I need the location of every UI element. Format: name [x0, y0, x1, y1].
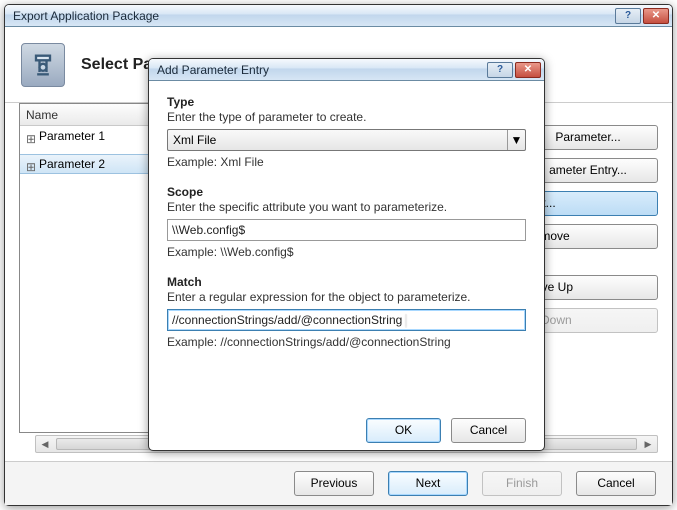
main-titlebar: Export Application Package ? ✕	[5, 5, 672, 27]
scope-example: Example: \\Web.config$	[167, 245, 526, 259]
main-close-button[interactable]: ✕	[643, 8, 669, 24]
scope-label: Scope	[167, 185, 526, 199]
next-button[interactable]: Next	[388, 471, 468, 496]
cancel-button[interactable]: Cancel	[576, 471, 656, 496]
match-label: Match	[167, 275, 526, 289]
type-combobox[interactable]: Xml File ▼	[167, 129, 526, 151]
expand-icon[interactable]: ⊞	[26, 132, 35, 141]
dialog-help-button[interactable]: ?	[487, 62, 513, 78]
expand-icon[interactable]: ⊞	[26, 160, 35, 169]
dialog-titlebar: Add Parameter Entry ? ✕	[149, 59, 544, 81]
dialog-cancel-button[interactable]: Cancel	[451, 418, 526, 443]
text-caret: |	[402, 313, 409, 327]
type-desc: Enter the type of parameter to create.	[167, 110, 526, 124]
dialog-content: Type Enter the type of parameter to crea…	[149, 81, 544, 375]
tree-item-label: Parameter 1	[39, 129, 105, 143]
match-example: Example: //connectionStrings/add/@connec…	[167, 335, 526, 349]
tree-item-label: Parameter 2	[39, 157, 105, 171]
dialog-button-bar: OK Cancel	[149, 410, 544, 450]
dialog-title: Add Parameter Entry	[157, 63, 485, 77]
scope-desc: Enter the specific attribute you want to…	[167, 200, 526, 214]
type-example: Example: Xml File	[167, 155, 526, 169]
add-parameter-entry-dialog: Add Parameter Entry ? ✕ Type Enter the t…	[148, 58, 545, 451]
previous-button[interactable]: Previous	[294, 471, 374, 496]
dialog-close-button[interactable]: ✕	[515, 62, 541, 78]
type-group: Type Enter the type of parameter to crea…	[167, 95, 526, 169]
wizard-button-bar: Previous Next Finish Cancel	[5, 461, 672, 505]
package-icon	[21, 43, 65, 87]
type-label: Type	[167, 95, 526, 109]
type-value: Xml File	[173, 133, 216, 147]
match-desc: Enter a regular expression for the objec…	[167, 290, 526, 304]
main-help-button[interactable]: ?	[615, 8, 641, 24]
match-input[interactable]: //connectionStrings/add/@connectionStrin…	[167, 309, 526, 331]
scope-input[interactable]	[167, 219, 526, 241]
finish-button[interactable]: Finish	[482, 471, 562, 496]
match-group: Match Enter a regular expression for the…	[167, 275, 526, 349]
scroll-right-icon[interactable]: ▶	[639, 436, 657, 452]
scope-group: Scope Enter the specific attribute you w…	[167, 185, 526, 259]
main-window-title: Export Application Package	[13, 9, 613, 23]
ok-button[interactable]: OK	[366, 418, 441, 443]
scroll-left-icon[interactable]: ◀	[36, 436, 54, 452]
chevron-down-icon[interactable]: ▼	[507, 130, 525, 150]
